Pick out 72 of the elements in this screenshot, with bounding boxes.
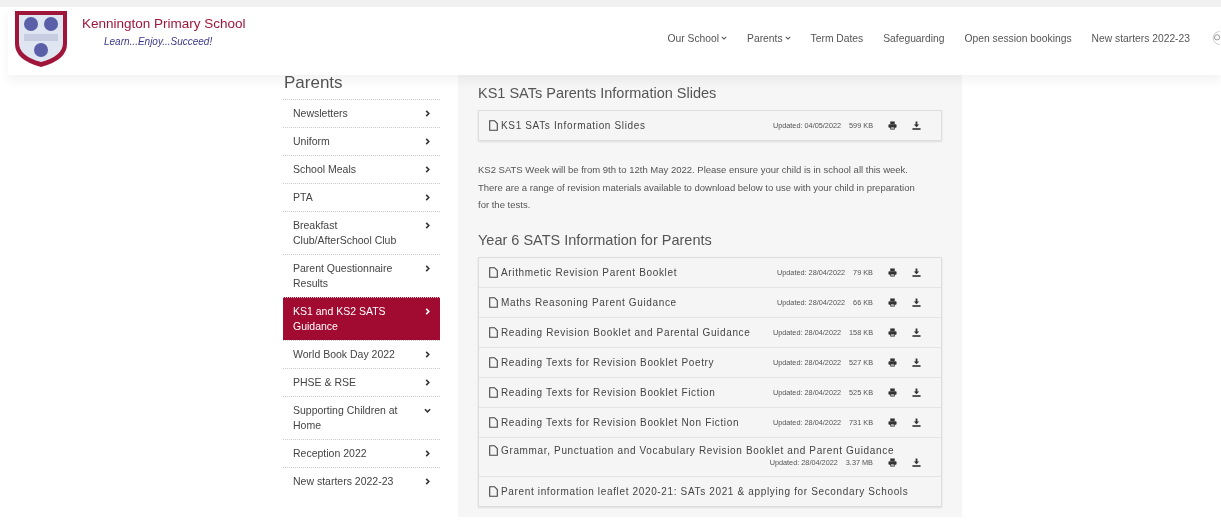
- section-heading: KS1 SATs Parents Information Slides: [478, 85, 718, 101]
- print-icon[interactable]: [888, 267, 897, 277]
- sidebar-item[interactable]: Breakfast Club/AfterSchool Club: [283, 211, 440, 254]
- sidebar-item[interactable]: New starters 2022-23: [283, 467, 440, 495]
- sidebar-item[interactable]: PTA: [283, 183, 440, 211]
- nav-link[interactable]: New starters 2022-23: [1091, 32, 1190, 44]
- document-link[interactable]: Reading Texts for Revision Booklet Non Fiction: [489, 416, 740, 428]
- chevron-icon: [424, 110, 431, 117]
- school-motto: Learn...Enjoy...Succeed!: [104, 36, 214, 47]
- chevron-icon: [424, 222, 431, 229]
- document-link[interactable]: Reading Texts for Revision Booklet Fiction: [489, 386, 716, 398]
- sidebar-item[interactable]: Supporting Children at Home: [283, 396, 440, 439]
- file-icon: [489, 356, 498, 368]
- file-icon: [489, 266, 498, 278]
- info-paragraph: KS2 SATS Week will be from 9th to 12th May 2022. Please ensure your child is in school all this week. There are a range of revision materials available to download below to use with your child in preparation for the tests.: [478, 163, 916, 212]
- nav-link[interactable]: Term Dates: [810, 32, 864, 44]
- chevron-icon: [424, 407, 431, 414]
- download-icon[interactable]: [912, 357, 921, 367]
- caret-icon: [784, 36, 791, 40]
- file-icon: [489, 485, 498, 497]
- file-icon: [489, 416, 498, 428]
- chevron-icon: [424, 166, 431, 173]
- sidebar-item[interactable]: School Meals: [283, 155, 440, 183]
- document-link[interactable]: KS1 SATs Information Slides: [489, 120, 646, 131]
- document-link[interactable]: Parent information leaflet 2020-21: SATs 2021 & applying for Secondary Schools: [489, 485, 909, 497]
- document-link[interactable]: Grammar, Punctuation and Vocabulary Revision Booklet and Parent Guidance: [489, 444, 895, 456]
- chevron-icon: [424, 450, 431, 457]
- download-icon[interactable]: [912, 267, 921, 277]
- print-icon[interactable]: [888, 327, 897, 337]
- chevron-icon: [424, 478, 431, 485]
- document-link[interactable]: Reading Texts for Revision Booklet Poetry: [489, 356, 715, 368]
- document-link[interactable]: Maths Reasoning Parent Guidance: [489, 296, 677, 308]
- caret-icon: [721, 36, 728, 40]
- nav-link[interactable]: Open session bookings: [964, 32, 1072, 44]
- sidebar-item[interactable]: Reception 2022: [283, 439, 440, 467]
- chevron-icon: [424, 351, 431, 358]
- sidebar-item[interactable]: Uniform: [283, 127, 440, 155]
- print-icon[interactable]: [888, 387, 897, 397]
- chevron-icon: [424, 379, 431, 386]
- nav-link[interactable]: Safeguarding: [883, 32, 945, 44]
- nav-link[interactable]: Parents: [747, 32, 791, 44]
- download-icon[interactable]: [912, 457, 921, 467]
- chevron-icon: [424, 194, 431, 201]
- document-link[interactable]: Arithmetic Revision Parent Booklet: [489, 266, 678, 278]
- sidebar-title: Parents: [284, 72, 344, 94]
- school-crest-icon: [14, 10, 68, 68]
- file-icon: [489, 120, 498, 131]
- sidebar-item[interactable]: KS1 and KS2 SATS Guidance: [283, 297, 440, 340]
- print-icon[interactable]: [888, 357, 897, 367]
- document-link[interactable]: Reading Revision Booklet and Parental Guidance: [489, 326, 751, 338]
- print-icon[interactable]: [888, 297, 897, 307]
- file-icon: [489, 444, 498, 456]
- nav-link[interactable]: Our School: [667, 32, 728, 44]
- download-icon[interactable]: [912, 387, 921, 397]
- chevron-icon: [424, 308, 431, 315]
- chevron-icon: [424, 138, 431, 145]
- school-name[interactable]: Kennington Primary School: [82, 16, 246, 31]
- sidebar-item[interactable]: PHSE & RSE: [283, 368, 440, 396]
- sidebar-item[interactable]: Newsletters: [283, 99, 440, 127]
- download-icon[interactable]: [912, 297, 921, 307]
- print-icon[interactable]: [888, 457, 897, 467]
- file-icon: [489, 296, 498, 308]
- download-icon[interactable]: [912, 121, 921, 130]
- sidebar-item[interactable]: World Book Day 2022: [283, 340, 440, 368]
- file-icon: [489, 386, 498, 398]
- print-icon[interactable]: [888, 417, 897, 427]
- download-icon[interactable]: [912, 417, 921, 427]
- download-icon[interactable]: [912, 327, 921, 337]
- print-icon[interactable]: [888, 121, 897, 130]
- file-icon: [489, 326, 498, 338]
- section-heading: Year 6 SATS Information for Parents: [478, 231, 713, 248]
- chevron-icon: [424, 265, 431, 272]
